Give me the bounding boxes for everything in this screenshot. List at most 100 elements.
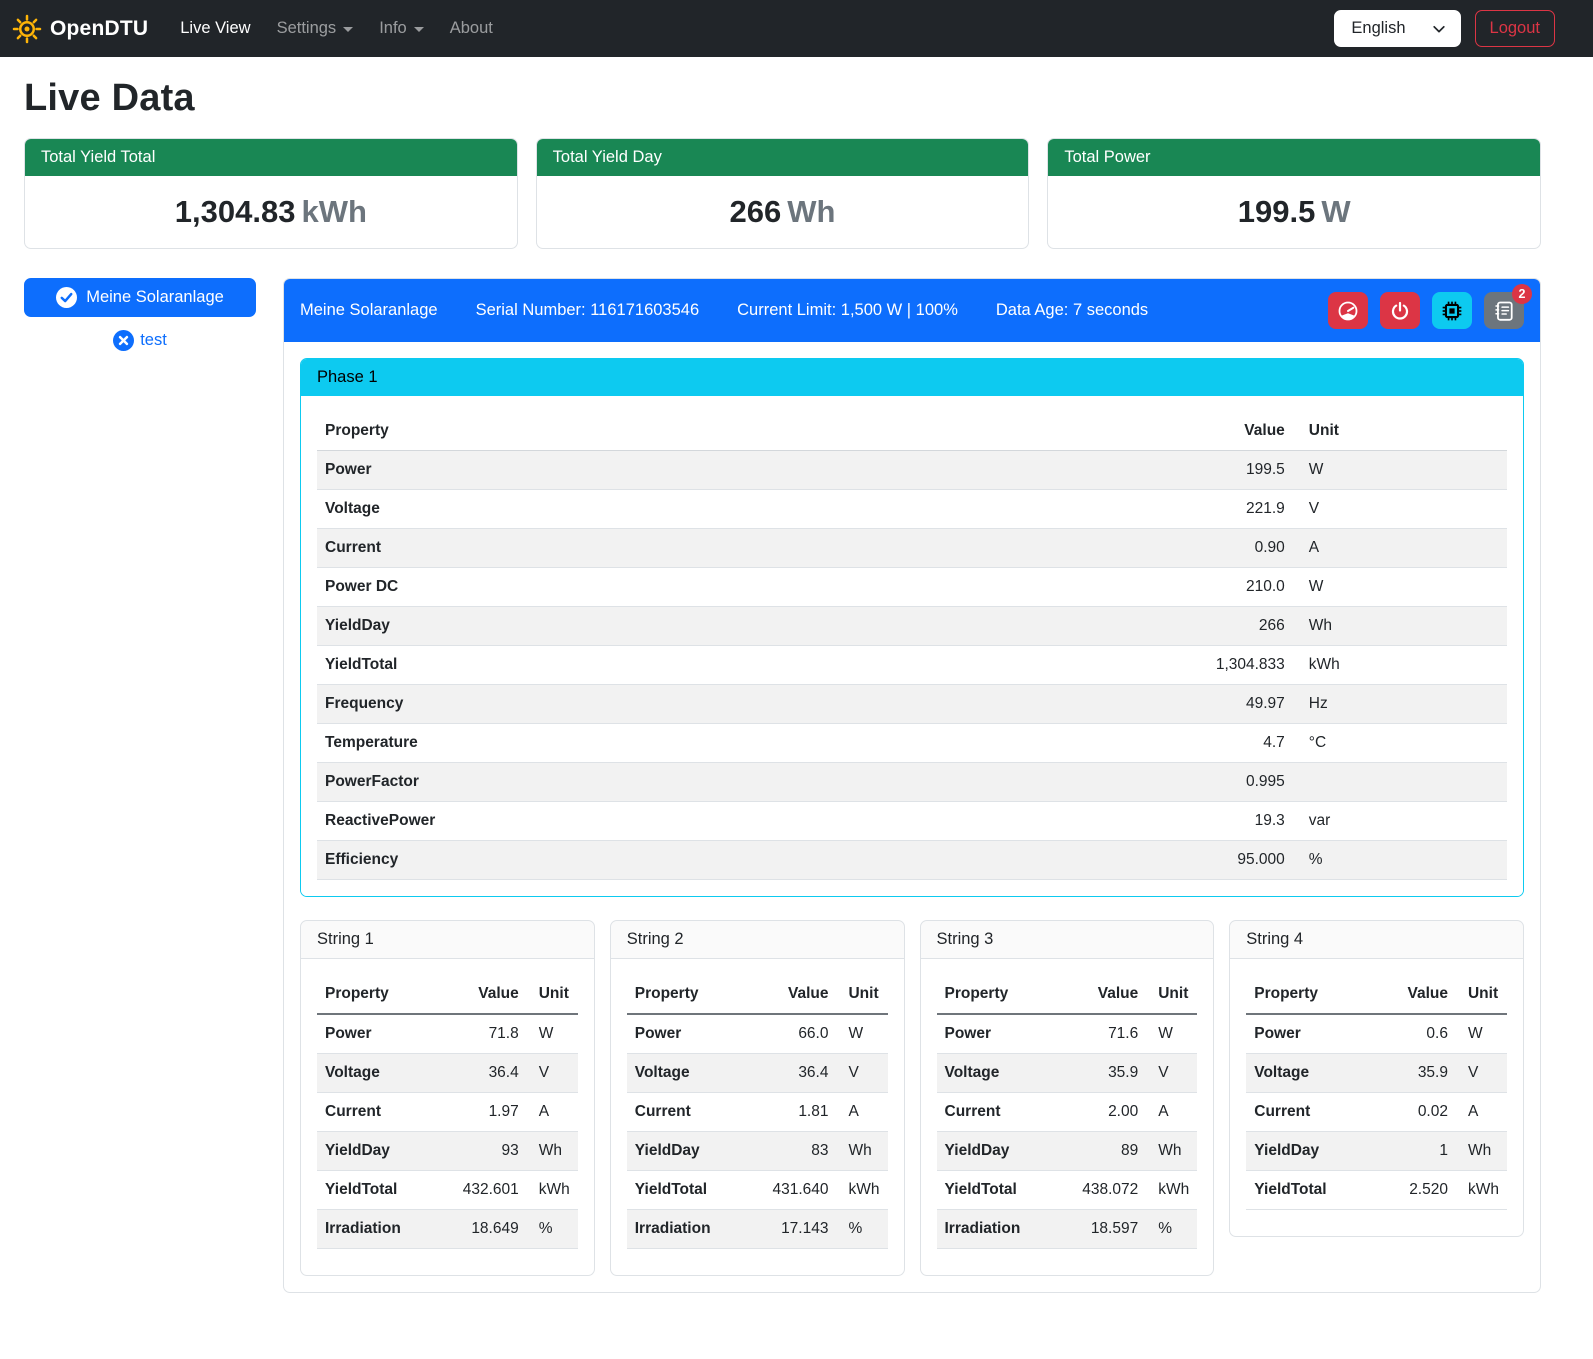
card-total-power: Total Power 199.5W — [1047, 138, 1541, 249]
unit-cell: Wh — [836, 1132, 887, 1171]
unit-cell: A — [1293, 529, 1507, 568]
property-cell: Temperature — [317, 724, 1091, 763]
card-value: 1,304.83 — [175, 194, 296, 229]
string-card-2: String 2 Property Value Unit — [610, 920, 905, 1276]
unit-cell: % — [1293, 841, 1507, 880]
property-cell: PowerFactor — [317, 763, 1091, 802]
unit-cell: % — [527, 1210, 578, 1249]
table-row: YieldTotal438.072kWh — [937, 1171, 1198, 1210]
chevron-down-icon — [1432, 22, 1446, 36]
property-cell: Efficiency — [317, 841, 1091, 880]
value-cell: 266 — [1091, 607, 1293, 646]
inverter-card-header: Meine Solaranlage Serial Number: 1161716… — [284, 279, 1540, 342]
table-row: YieldDay93Wh — [317, 1132, 578, 1171]
table-row: Current0.90A — [317, 529, 1507, 568]
value-cell: 0.6 — [1375, 1014, 1456, 1054]
property-cell: Power — [317, 451, 1091, 490]
chevron-down-icon — [343, 27, 353, 32]
inverter-name: Meine Solaranlage — [300, 301, 438, 320]
table-row: PowerFactor0.995 — [317, 763, 1507, 802]
table-row: Irradiation18.649% — [317, 1210, 578, 1249]
inverter-limit: Current Limit: 1,500 W | 100% — [737, 301, 958, 320]
string-card-4: String 4 Property Value Unit — [1229, 920, 1524, 1237]
power-toggle-button[interactable] — [1380, 292, 1420, 329]
unit-cell: A — [1146, 1093, 1197, 1132]
table-header-row: Property Value Unit — [627, 975, 888, 1014]
property-cell: Power — [627, 1014, 755, 1054]
table-header-row: Property Value Unit — [317, 412, 1507, 451]
language-select[interactable]: English — [1334, 10, 1460, 47]
table-header-row: Property Value Unit — [937, 975, 1198, 1014]
value-cell: 221.9 — [1091, 490, 1293, 529]
x-circle-icon — [113, 330, 134, 351]
value-cell: 95.000 — [1091, 841, 1293, 880]
page-title: Live Data — [24, 77, 1541, 120]
card-title: Total Yield Day — [537, 139, 1029, 176]
value-cell: 35.9 — [1375, 1054, 1456, 1093]
table-row: Temperature4.7°C — [317, 724, 1507, 763]
inverter-selected-button[interactable]: Meine Solaranlage — [24, 278, 256, 317]
card-title: Total Power — [1048, 139, 1540, 176]
value-cell: 18.597 — [1064, 1210, 1146, 1249]
brand[interactable]: OpenDTU — [12, 14, 148, 44]
inverter-alt-link[interactable]: test — [113, 330, 167, 351]
unit-cell: V — [527, 1054, 578, 1093]
value-cell: 1,304.833 — [1091, 646, 1293, 685]
value-cell: 438.072 — [1064, 1171, 1146, 1210]
string-card-3: String 3 Property Value Unit — [920, 920, 1215, 1276]
value-cell: 210.0 — [1091, 568, 1293, 607]
unit-cell: Wh — [1456, 1132, 1507, 1171]
device-info-button[interactable] — [1432, 292, 1472, 329]
table-row: Current2.00A — [937, 1093, 1198, 1132]
card-value: 199.5 — [1238, 194, 1316, 229]
column-header-value: Value — [755, 975, 837, 1014]
value-cell: 36.4 — [755, 1054, 837, 1093]
card-value: 266 — [730, 194, 782, 229]
language-select-value: English — [1351, 19, 1405, 38]
string-1-table: Property Value Unit Power71.8WVoltage36.… — [317, 975, 578, 1249]
value-cell: 0.90 — [1091, 529, 1293, 568]
unit-cell: Wh — [1146, 1132, 1197, 1171]
unit-cell: kWh — [527, 1171, 578, 1210]
table-row: YieldDay89Wh — [937, 1132, 1198, 1171]
table-row: Current0.02A — [1246, 1093, 1507, 1132]
table-row: Irradiation17.143% — [627, 1210, 888, 1249]
nav-item-info[interactable]: Info — [369, 11, 434, 46]
string-3-table: Property Value Unit Power71.6WVoltage35.… — [937, 975, 1198, 1249]
property-cell: YieldTotal — [937, 1171, 1065, 1210]
strings-row: String 1 Property Value Unit — [300, 920, 1524, 1276]
value-cell: 2.00 — [1064, 1093, 1146, 1132]
event-log-button[interactable]: 2 — [1484, 292, 1524, 329]
card-title: Total Yield Total — [25, 139, 517, 176]
card-total-yield-day: Total Yield Day 266Wh — [536, 138, 1030, 249]
table-row: Voltage35.9V — [1246, 1054, 1507, 1093]
power-icon — [1389, 300, 1411, 322]
unit-cell: W — [1293, 568, 1507, 607]
string-title: String 3 — [921, 921, 1214, 959]
unit-cell: °C — [1293, 724, 1507, 763]
column-header-property: Property — [1246, 975, 1375, 1014]
unit-cell: V — [1146, 1054, 1197, 1093]
event-count-badge: 2 — [1512, 284, 1532, 304]
value-cell: 1 — [1375, 1132, 1456, 1171]
nav-item-live-view[interactable]: Live View — [170, 11, 260, 46]
unit-cell: Hz — [1293, 685, 1507, 724]
nav-item-about[interactable]: About — [440, 11, 503, 46]
property-cell: Voltage — [317, 490, 1091, 529]
property-cell: Power — [317, 1014, 445, 1054]
unit-cell: W — [527, 1014, 578, 1054]
logout-button[interactable]: Logout — [1475, 10, 1555, 47]
table-row: Voltage36.4V — [627, 1054, 888, 1093]
unit-cell: V — [1293, 490, 1507, 529]
table-row: YieldDay266Wh — [317, 607, 1507, 646]
property-cell: ReactivePower — [317, 802, 1091, 841]
nav-item-settings[interactable]: Settings — [267, 11, 364, 46]
limit-settings-button[interactable] — [1328, 292, 1368, 329]
table-row: Current1.97A — [317, 1093, 578, 1132]
property-cell: YieldTotal — [317, 646, 1091, 685]
cpu-icon — [1441, 300, 1463, 322]
property-cell: Voltage — [627, 1054, 755, 1093]
property-cell: Voltage — [937, 1054, 1065, 1093]
check-circle-icon — [56, 287, 77, 308]
value-cell: 4.7 — [1091, 724, 1293, 763]
